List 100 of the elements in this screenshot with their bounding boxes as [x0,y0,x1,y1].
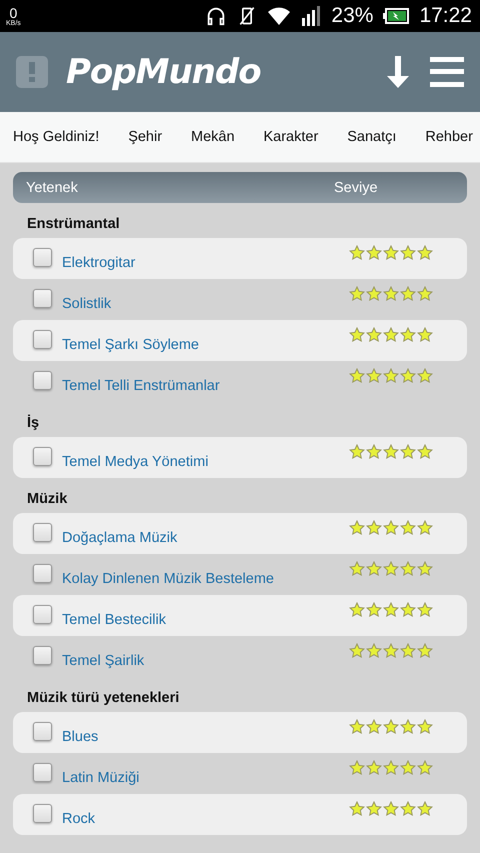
checkbox[interactable] [33,289,52,308]
skill-link[interactable]: Latin Müziği [62,770,349,794]
checkbox[interactable] [33,763,52,782]
skill-link[interactable]: Kolay Dinlenen Müzik Besteleme [62,571,349,595]
star-icon [400,602,416,618]
star-icon [349,444,365,460]
star-icon [349,760,365,776]
star-icon [383,801,399,817]
star-icon [400,561,416,577]
star-icon [417,368,433,384]
star-icon [366,602,382,618]
checkbox[interactable] [33,371,52,390]
checkbox[interactable] [33,722,52,741]
star-icon [400,801,416,817]
star-icon [383,368,399,384]
network-speed: 0 [10,6,18,20]
checkbox[interactable] [33,523,52,542]
checkbox[interactable] [33,564,52,583]
star-icon [349,368,365,384]
star-icon [383,520,399,536]
nav-link[interactable]: Hoş Geldiniz! [13,129,100,145]
star-icon [349,520,365,536]
skill-link[interactable]: Temel Şairlik [62,653,349,677]
checkbox[interactable] [33,447,52,466]
group-title: Enstrümantal [26,214,121,234]
star-icon [349,327,365,343]
star-icon [366,801,382,817]
star-icon [349,286,365,302]
checkbox[interactable] [33,248,52,267]
star-icon [400,286,416,302]
star-icon [366,520,382,536]
wifi-icon [267,6,292,26]
star-icon [400,643,416,659]
battery-charging-icon [383,8,410,24]
skill-link[interactable]: Temel Telli Enstrümanlar [62,378,349,402]
star-icon [417,327,433,343]
star-icon [366,719,382,735]
group-title: İş [26,414,40,432]
star-icon [400,719,416,735]
skill-link[interactable]: Temel Şarkı Söyleme [62,337,349,361]
star-icon [366,245,382,261]
skill-link[interactable]: Doğaçlama Müzik [62,530,349,554]
star-icon [383,245,399,261]
star-icon [417,602,433,618]
menu-icon[interactable] [430,57,464,87]
star-icon [349,245,365,261]
skill-link[interactable]: Rock [62,811,349,835]
logo: PopMundo [66,52,262,92]
star-icon [400,444,416,460]
checkbox[interactable] [33,804,52,823]
star-icon [400,760,416,776]
headphones-icon [205,5,228,27]
star-icon [400,327,416,343]
star-icon [400,520,416,536]
star-icon [383,719,399,735]
nav-link[interactable]: Mekân [191,129,235,145]
nav-link[interactable]: Rehber [425,129,473,145]
nav-link[interactable]: Sanatçı [347,129,396,145]
star-icon [349,602,365,618]
skill-link[interactable]: Blues [62,729,349,753]
nav-link[interactable]: Şehir [128,129,162,145]
group-title: Müzik [26,490,68,508]
star-icon [417,444,433,460]
star-icon [417,801,433,817]
star-icon [417,286,433,302]
star-icon [366,760,382,776]
signal-icon [301,6,322,26]
checkbox[interactable] [33,646,52,665]
star-icon [383,760,399,776]
star-icon [400,368,416,384]
alert-button[interactable] [16,56,48,88]
column-header: Seviye [334,180,379,196]
star-icon [400,245,416,261]
star-icon [366,368,382,384]
star-icon [383,602,399,618]
star-icon [349,719,365,735]
star-icon [349,643,365,659]
star-icon [383,327,399,343]
muted-vibrate-icon [237,5,258,27]
checkbox[interactable] [33,330,52,349]
star-icon [349,801,365,817]
skill-link[interactable]: Solistlik [62,296,349,320]
star-icon [366,286,382,302]
skill-link[interactable]: Elektrogitar [62,255,349,279]
star-icon [366,643,382,659]
download-icon[interactable] [384,56,412,88]
clock: 17:22 [419,4,472,28]
skill-link[interactable]: Temel Medya Yönetimi [62,454,349,478]
skill-link[interactable]: Temel Bestecilik [62,612,349,636]
star-icon [383,561,399,577]
star-icon [349,561,365,577]
star-icon [417,719,433,735]
star-icon [366,561,382,577]
star-icon [366,327,382,343]
star-icon [366,444,382,460]
checkbox[interactable] [33,605,52,624]
star-icon [383,286,399,302]
exclamation-icon [28,62,36,82]
star-icon [417,643,433,659]
nav-link[interactable]: Karakter [263,129,318,145]
